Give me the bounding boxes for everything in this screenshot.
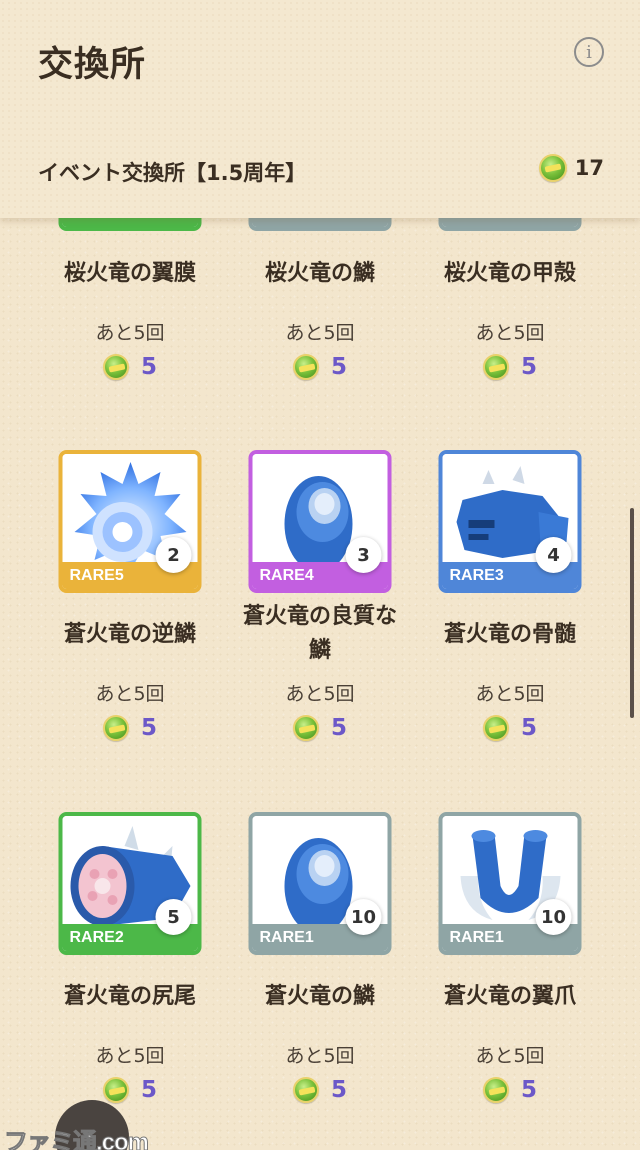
item-thumbnail: RARE2 5 — [58, 812, 202, 955]
item-cost: 5 — [35, 1077, 225, 1103]
item-cost: 5 — [415, 1077, 605, 1103]
event-coin-icon — [482, 354, 509, 380]
item-name: 桜火竜の翼膜 — [63, 261, 196, 286]
remaining-count: あと5回 — [475, 322, 545, 344]
cost-value: 5 — [140, 715, 157, 741]
item-name: 蒼火竜の翼爪 — [443, 984, 576, 1009]
item-cost: 5 — [415, 354, 605, 380]
remaining-count: あと5回 — [95, 683, 165, 705]
currency-count: 17 — [574, 156, 604, 180]
item-cost: 5 — [35, 354, 225, 380]
event-coin-icon — [102, 1077, 129, 1103]
item-name: 桜火竜の甲殻 — [443, 261, 576, 286]
event-coin-icon — [482, 715, 509, 741]
remaining-count: あと5回 — [475, 1045, 545, 1067]
remaining-count: あと5回 — [285, 683, 355, 705]
item-cost: 5 — [415, 715, 605, 741]
cost-value: 5 — [140, 1077, 157, 1103]
cost-value: 5 — [140, 354, 157, 380]
remaining-count: あと5回 — [285, 1045, 355, 1067]
cost-value: 5 — [330, 1077, 347, 1103]
header: 交換所 i イベント交換所【1.5周年】 17 — [0, 0, 640, 218]
item-cost: 5 — [225, 715, 415, 741]
cost-value: 5 — [330, 715, 347, 741]
remaining-count: あと5回 — [95, 1045, 165, 1067]
item-name: 蒼火竜の鱗 — [264, 984, 375, 1009]
owned-count-badge: 10 — [345, 899, 382, 935]
event-coin-icon — [292, 354, 319, 380]
remaining-count: あと5回 — [285, 322, 355, 344]
item-name: 蒼火竜の骨髄 — [443, 622, 576, 647]
event-shop-title: イベント交換所【1.5周年】 — [38, 161, 307, 185]
owned-count-badge: 2 — [155, 537, 192, 573]
item-name: 蒼火竜の逆鱗 — [63, 622, 196, 647]
item-name: 蒼火竜の尻尾 — [63, 984, 196, 1009]
item-name: 桜火竜の鱗 — [264, 261, 375, 286]
event-coin-icon — [482, 1077, 509, 1103]
item-thumbnail: RARE1 10 — [248, 812, 392, 955]
event-coin-icon — [292, 715, 319, 741]
event-coin-icon — [292, 1077, 319, 1103]
cost-value: 5 — [520, 715, 537, 741]
event-coin-icon — [102, 715, 129, 741]
item-cost: 5 — [225, 354, 415, 380]
owned-count-badge: 10 — [535, 899, 572, 935]
item-thumbnail: RARE1 10 — [438, 812, 582, 955]
event-coin-icon — [538, 154, 567, 182]
scrollbar[interactable] — [630, 508, 634, 718]
remaining-count: あと5回 — [95, 322, 165, 344]
cost-value: 5 — [520, 354, 537, 380]
item-cost: 5 — [35, 715, 225, 741]
item-thumbnail: RARE3 4 — [438, 450, 582, 593]
item-thumbnail: RARE5 2 — [58, 450, 202, 593]
page-title: 交換所 — [38, 45, 147, 85]
cost-value: 5 — [520, 1077, 537, 1103]
owned-count-badge: 4 — [535, 537, 572, 573]
info-icon[interactable]: i — [574, 37, 604, 67]
cost-value: 5 — [330, 354, 347, 380]
item-thumbnail: RARE4 3 — [248, 450, 392, 593]
event-coin-icon — [102, 354, 129, 380]
watermark: ファミ通.com — [3, 1129, 149, 1150]
remaining-count: あと5回 — [475, 683, 545, 705]
owned-count-badge: 5 — [155, 899, 192, 935]
item-name: 蒼火竜の良質な鱗 — [242, 604, 397, 663]
owned-count-badge: 3 — [345, 537, 382, 573]
currency-display: 17 — [538, 154, 604, 182]
item-cost: 5 — [225, 1077, 415, 1103]
